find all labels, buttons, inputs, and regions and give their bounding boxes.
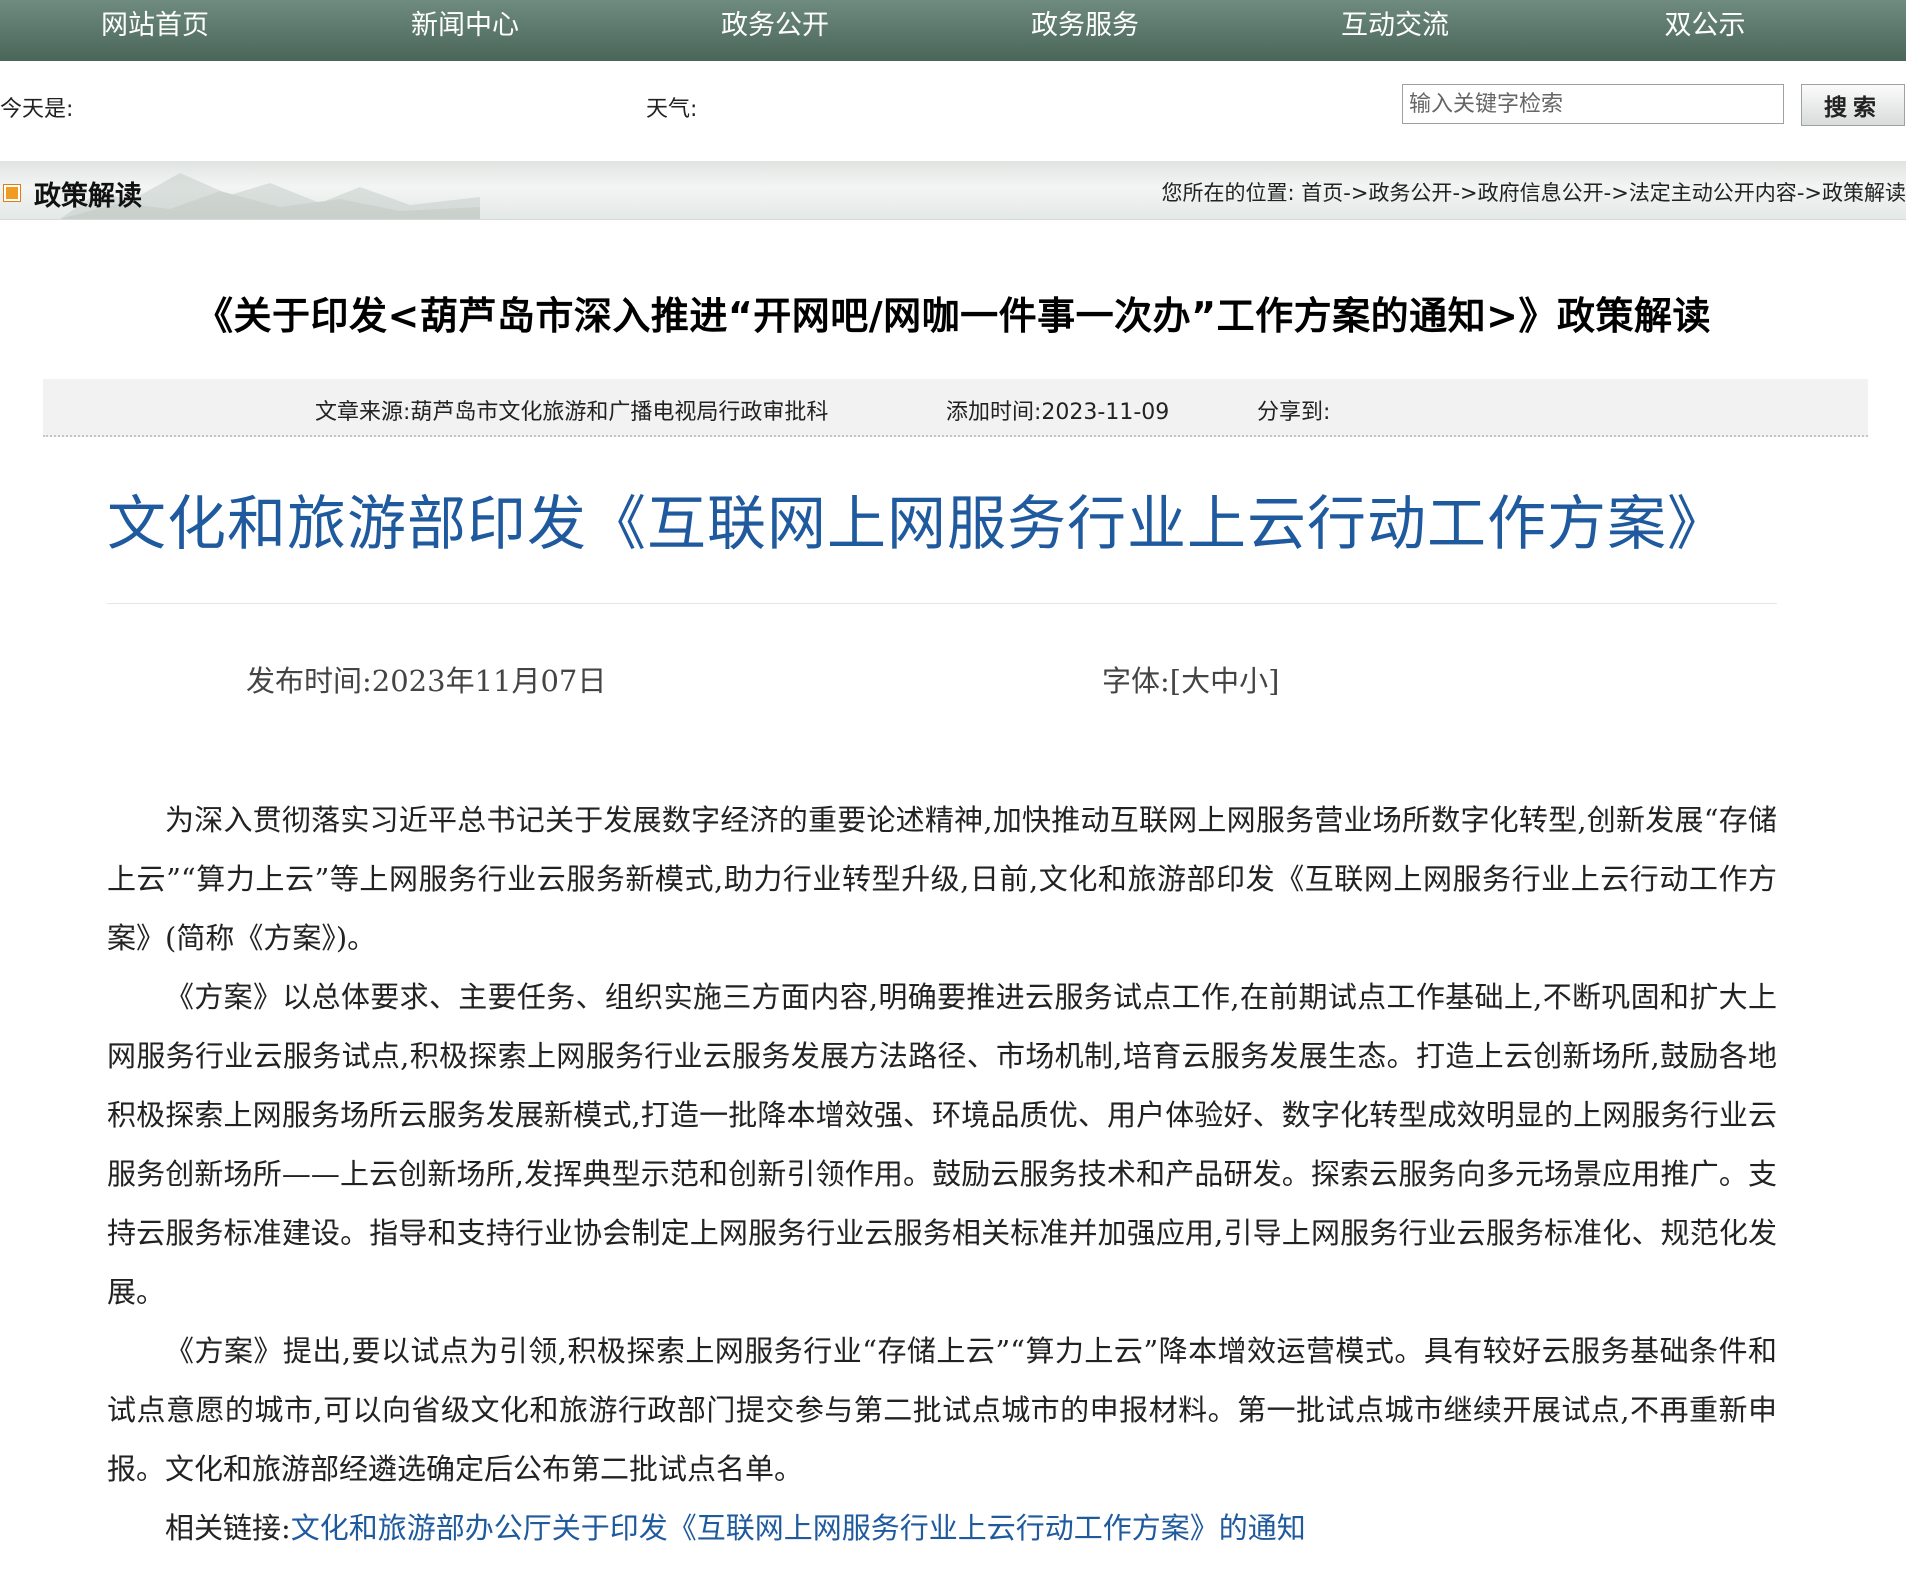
article-title: 文化和旅游部印发《互联网上网服务行业上云行动工作方案》 [107, 489, 1728, 558]
nav-item-news[interactable]: 新闻中心 [310, 0, 620, 55]
article-meta-bar: 文章来源:葫芦岛市文化旅游和广播电视局行政审批科 添加时间:2023-11-09… [43, 379, 1868, 437]
today-label: 今天是: [0, 97, 74, 122]
font-size-medium-button[interactable]: 中 [1210, 664, 1239, 698]
search-button[interactable]: 搜索 [1801, 84, 1905, 126]
related-links-label: 相关链接: [165, 1511, 291, 1545]
article-body: 为深入贯彻落实习近平总书记关于发展数字经济的重要论述精神,加快推动互联网上网服务… [107, 791, 1777, 1558]
info-bar: 今天是: 天气: 搜索 [0, 61, 1906, 161]
nav-item-home[interactable]: 网站首页 [0, 0, 310, 55]
breadcrumb-separator: -> [1603, 181, 1629, 205]
breadcrumb-statutory[interactable]: 法定主动公开内容 [1629, 181, 1797, 205]
font-size-close: ] [1268, 664, 1280, 698]
breadcrumb-separator: -> [1452, 181, 1478, 205]
page-title: 《关于印发<葫芦岛市深入推进“开网吧/网咖一件事一次办”工作方案的通知>》政策解… [194, 294, 1711, 338]
breadcrumb-separator: -> [1796, 181, 1822, 205]
publish-time: 发布时间:2023年11月07日 [246, 664, 607, 698]
article-source: 文章来源:葫芦岛市文化旅游和广播电视局行政审批科 [315, 400, 829, 425]
share-label: 分享到: [1257, 400, 1331, 425]
article-paragraph: 《方案》以总体要求、主要任务、组织实施三方面内容,明确要推进云服务试点工作,在前… [107, 980, 1777, 1309]
top-navigation: 网站首页 新闻中心 政务公开 政务服务 互动交流 双公示 [0, 0, 1906, 63]
section-title: 政策解读 [34, 181, 142, 212]
title-divider [107, 603, 1777, 604]
font-size-small-button[interactable]: 小 [1239, 664, 1268, 698]
article-paragraph: 为深入贯彻落实习近平总书记关于发展数字经济的重要论述精神,加快推动互联网上网服务… [107, 803, 1777, 955]
nav-item-gov-affairs[interactable]: 政务公开 [620, 0, 930, 55]
related-links: 相关链接:文化和旅游部办公厅关于印发《互联网上网服务行业上云行动工作方案》的通知 [107, 1499, 1777, 1558]
breadcrumb-policy[interactable]: 政策解读 [1822, 181, 1906, 205]
section-bullet-icon [4, 185, 20, 201]
added-time: 添加时间:2023-11-09 [946, 400, 1170, 425]
breadcrumb: 您所在的位置: 首页->政务公开->政府信息公开->法定主动公开内容->政策解读 [1161, 177, 1906, 207]
article-paragraph: 《方案》提出,要以试点为引领,积极探索上网服务行业“存储上云”“算力上云”降本增… [107, 1334, 1777, 1486]
breadcrumb-home[interactable]: 首页 [1301, 181, 1343, 205]
related-link[interactable]: 文化和旅游部办公厅关于印发《互联网上网服务行业上云行动工作方案》的通知 [291, 1511, 1306, 1545]
breadcrumb-separator: -> [1343, 181, 1369, 205]
font-size-label: 字体:[ [1102, 664, 1182, 698]
font-size-control: 字体:[大中小] [1102, 658, 1279, 700]
breadcrumb-prefix: 您所在的位置: [1161, 181, 1295, 205]
section-header: 政策解读 您所在的位置: 首页->政务公开->政府信息公开->法定主动公开内容-… [0, 161, 1906, 220]
breadcrumb-gov-affairs[interactable]: 政务公开 [1368, 181, 1452, 205]
nav-item-gov-services[interactable]: 政务服务 [930, 0, 1240, 55]
nav-item-interaction[interactable]: 互动交流 [1240, 0, 1550, 55]
font-size-large-button[interactable]: 大 [1181, 664, 1210, 698]
breadcrumb-gov-info[interactable]: 政府信息公开 [1478, 181, 1604, 205]
search-input[interactable] [1402, 84, 1784, 124]
nav-item-double-publicity[interactable]: 双公示 [1550, 0, 1860, 55]
weather-label: 天气: [646, 97, 698, 122]
